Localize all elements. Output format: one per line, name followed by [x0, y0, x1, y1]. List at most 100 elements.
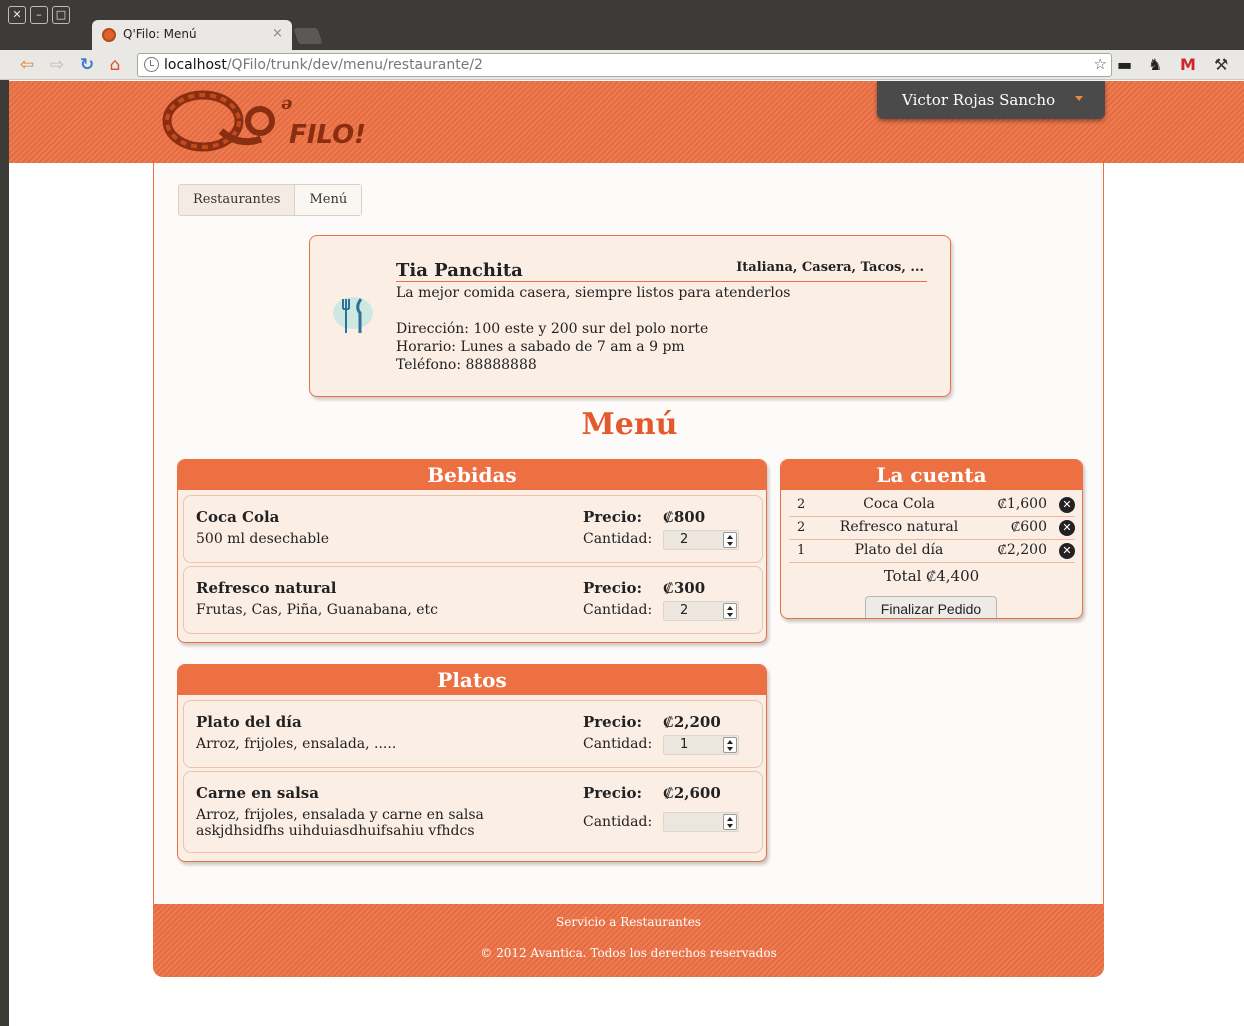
- section-title: Platos: [178, 665, 766, 695]
- wrench-menu-icon[interactable]: ⚒: [1214, 54, 1228, 76]
- quantity-stepper[interactable]: 1: [663, 735, 739, 755]
- menu-title: Menú: [581, 407, 678, 442]
- bill-qty: 1: [797, 543, 806, 558]
- restaurant-name: Tia Panchita: [396, 260, 523, 281]
- quantity-value: 2: [680, 603, 689, 618]
- window-controls: ✕ – □: [8, 6, 70, 24]
- restaurant-description: La mejor comida casera, siempre listos p…: [396, 285, 791, 301]
- quantity-value: 2: [680, 532, 689, 547]
- bike-extension-icon[interactable]: ♞: [1148, 54, 1162, 76]
- qfilo-favicon-icon: [102, 28, 116, 42]
- breadcrumb-restaurantes[interactable]: Restaurantes: [179, 185, 294, 215]
- divider: [396, 281, 927, 282]
- section-platos: Platos Plato del día Arroz, frijoles, en…: [177, 664, 767, 862]
- item-price: ₡2,200: [663, 713, 721, 731]
- quantity-label: Cantidad:: [583, 736, 653, 752]
- item-price: ₡300: [663, 579, 706, 597]
- reload-icon[interactable]: ↻: [76, 54, 98, 76]
- fork-knife-icon: [333, 297, 373, 333]
- quantity-stepper[interactable]: 2: [663, 601, 739, 621]
- section-title: Bebidas: [178, 460, 766, 490]
- item-name: Refresco natural: [196, 579, 337, 597]
- stepper-arrows-icon[interactable]: [723, 532, 737, 548]
- stepper-arrows-icon[interactable]: [723, 814, 737, 830]
- bill-row: 1 Plato del día ₡2,200 ✕: [789, 541, 1075, 563]
- forward-arrow-icon[interactable]: ⇨: [46, 54, 68, 76]
- bill-qty: 2: [797, 497, 806, 512]
- qfilo-logo[interactable]: ә FILO!: [161, 87, 401, 153]
- quantity-value: 1: [680, 737, 689, 752]
- restaurant-phone: Teléfono: 88888888: [396, 357, 537, 373]
- item-description: Frutas, Cas, Piña, Guanabana, etc: [196, 602, 439, 618]
- restaurant-info: Dirección: 100 este y 200 sur del polo n…: [396, 320, 708, 374]
- item-price: ₡2,600: [663, 784, 721, 802]
- chevron-down-icon: [1075, 96, 1083, 101]
- bill-amount: ₡600: [1010, 519, 1047, 535]
- browser-tab[interactable]: Q'Filo: Menú ×: [92, 20, 292, 50]
- restaurant-tags: Italiana, Casera, Tacos, ...: [736, 260, 924, 275]
- window-left-edge: [0, 80, 9, 1026]
- price-label: Precio:: [583, 713, 643, 731]
- bill-row: 2 Coca Cola ₡1,600 ✕: [789, 495, 1075, 517]
- user-menu-dropdown[interactable]: Victor Rojas Sancho: [877, 81, 1105, 119]
- remove-icon[interactable]: ✕: [1059, 520, 1075, 536]
- minimize-window-icon[interactable]: –: [30, 6, 48, 24]
- quantity-label: Cantidad:: [583, 814, 653, 830]
- menu-item: Refresco natural Frutas, Cas, Piña, Guan…: [183, 566, 763, 634]
- main-content: Restaurantes Menú Tia Panchita Italiana,…: [153, 163, 1104, 904]
- bill-panel: La cuenta 2 Coca Cola ₡1,600 ✕ 2 Refresc…: [780, 459, 1083, 619]
- item-description: Arroz, frijoles, ensalada, .....: [196, 736, 397, 752]
- remove-icon[interactable]: ✕: [1059, 497, 1075, 513]
- menu-item: Plato del día Arroz, frijoles, ensalada,…: [183, 700, 763, 768]
- site-header: ә FILO! Victor Rojas Sancho: [9, 81, 1244, 163]
- new-tab-button[interactable]: [293, 28, 323, 44]
- stepper-arrows-icon[interactable]: [723, 737, 737, 753]
- bookmark-star-icon[interactable]: ☆: [1094, 55, 1107, 73]
- bill-amount: ₡1,600: [997, 496, 1047, 512]
- tab-title: Q'Filo: Menú: [123, 27, 197, 41]
- footer-copyright: © 2012 Avantica. Todos los derechos rese…: [480, 946, 777, 960]
- restaurant-address: Dirección: 100 este y 200 sur del polo n…: [396, 321, 709, 337]
- close-window-icon[interactable]: ✕: [8, 6, 26, 24]
- address-bar[interactable]: localhost/QFilo/trunk/dev/menu/restauran…: [137, 53, 1112, 77]
- price-label: Precio:: [583, 508, 643, 526]
- back-arrow-icon[interactable]: ⇦: [16, 54, 38, 76]
- bill-title: La cuenta: [781, 460, 1082, 490]
- gmail-extension-icon[interactable]: M: [1180, 54, 1196, 76]
- bill-amount: ₡2,200: [997, 542, 1047, 558]
- price-label: Precio:: [583, 784, 643, 802]
- section-bebidas: Bebidas Coca Cola 500 ml desechable Prec…: [177, 459, 767, 643]
- svg-text:FILO!: FILO!: [289, 120, 366, 150]
- bill-item-name: Refresco natural: [839, 519, 959, 535]
- stepper-arrows-icon[interactable]: [723, 603, 737, 619]
- price-label: Precio:: [583, 579, 643, 597]
- item-name: Plato del día: [196, 713, 302, 731]
- url-text: localhost/QFilo/trunk/dev/menu/restauran…: [164, 57, 483, 73]
- bill-item-name: Plato del día: [854, 542, 944, 558]
- bill-qty: 2: [797, 520, 806, 535]
- browser-toolbar: ⇦ ⇨ ↻ ⌂ localhost/QFilo/trunk/dev/menu/r…: [0, 50, 1244, 80]
- breadcrumb-menu[interactable]: Menú: [294, 185, 362, 215]
- user-name: Victor Rojas Sancho: [902, 91, 1056, 109]
- restaurant-hours: Horario: Lunes a sabado de 7 am a 9 pm: [396, 339, 685, 355]
- quantity-stepper[interactable]: [663, 812, 739, 832]
- window-titlebar: ✕ – □ Q'Filo: Menú ×: [0, 0, 1244, 50]
- remove-icon[interactable]: ✕: [1059, 543, 1075, 559]
- menu-item: Carne en salsa Arroz, frijoles, ensalada…: [183, 771, 763, 853]
- bill-item-name: Coca Cola: [863, 496, 935, 512]
- bill-total: Total ₡4,400: [883, 567, 980, 585]
- site-footer: Servicio a Restaurantes © 2012 Avantica.…: [153, 904, 1104, 977]
- item-description: 500 ml desechable: [196, 531, 330, 547]
- home-icon[interactable]: ⌂: [104, 54, 126, 76]
- svg-text:ә: ә: [281, 93, 293, 114]
- quantity-label: Cantidad:: [583, 602, 653, 618]
- incognito-extension-icon[interactable]: ▬: [1117, 54, 1132, 76]
- finish-order-button[interactable]: Finalizar Pedido: [865, 596, 997, 618]
- tab-close-icon[interactable]: ×: [272, 26, 283, 41]
- quantity-stepper[interactable]: 2: [663, 530, 739, 550]
- footer-service-link[interactable]: Servicio a Restaurantes: [153, 915, 1104, 929]
- page-info-icon[interactable]: [144, 57, 159, 72]
- restaurant-card: Tia Panchita Italiana, Casera, Tacos, ..…: [309, 235, 951, 397]
- menu-item: Coca Cola 500 ml desechable Precio: ₡800…: [183, 495, 763, 563]
- maximize-window-icon[interactable]: □: [52, 6, 70, 24]
